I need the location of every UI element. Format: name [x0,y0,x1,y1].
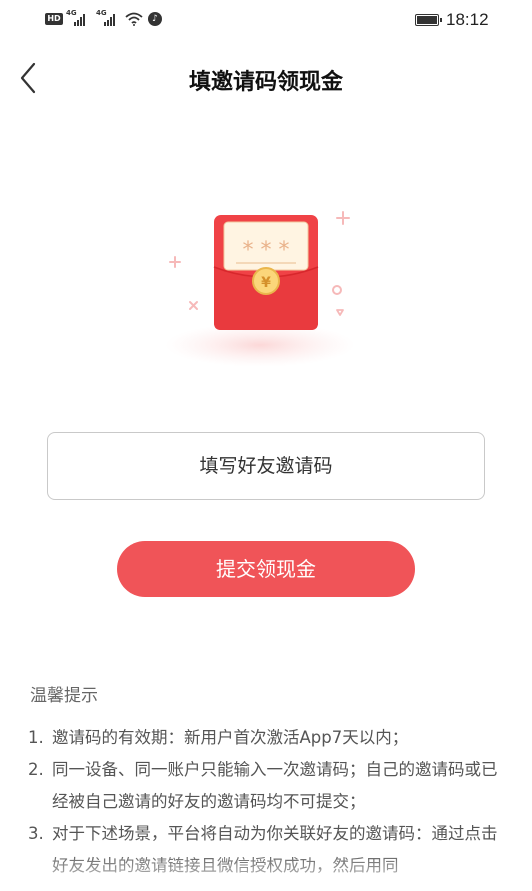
tips-list: 1. 邀请码的有效期：新用户首次激活App7天以内； 2. 同一设备、同一账户只… [28,722,508,882]
battery-icon [415,14,442,26]
status-bar: HD 4G 4G ♪ 18:12 [0,0,532,42]
red-envelope-illustration: * * * ¥ [165,211,355,367]
tips-title: 温馨提示 [30,686,98,706]
page-title: 填邀请码领现金 [188,70,343,95]
header: 填邀请码领现金 [0,48,532,108]
envelope-stars: * * * [243,238,290,263]
coin-symbol: ¥ [261,275,271,291]
submit-button[interactable]: 提交领现金 [117,541,415,597]
invite-code-input[interactable] [47,432,485,500]
status-time: 18:12 [446,10,489,29]
tip-item: 1. 邀请码的有效期：新用户首次激活App7天以内； [28,728,409,747]
wifi-icon [125,12,143,26]
tiktok-icon: ♪ [148,12,162,26]
hd-icon: HD [45,13,63,25]
tip-item: 2. 同一设备、同一账户只能输入一次邀请码；自己的邀请码或已经被自己邀请的好友的… [28,760,498,811]
tip-item: 3. 对于下述场景，平台将自动为你关联好友的邀请码：通过点击好友发出的邀请链接且… [28,824,498,875]
